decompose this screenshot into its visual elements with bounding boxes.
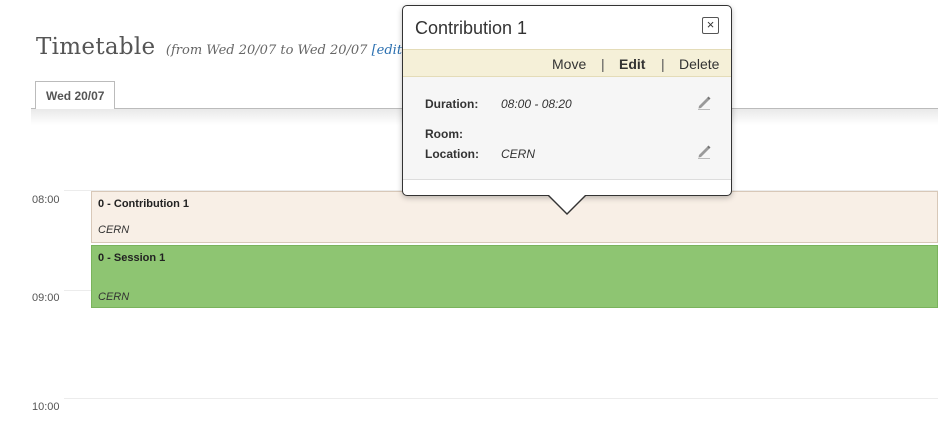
location-value: CERN [501, 147, 536, 161]
hour-label-08: 08:00 [32, 194, 60, 206]
date-range: (from Wed 20/07 to Wed 20/07 [edit] [166, 43, 407, 58]
popup-details: Duration: 08:00 - 08:20 Room: Location: … [403, 77, 731, 180]
duration-value: 08:00 - 08:20 [501, 97, 572, 111]
action-separator: | [601, 56, 605, 72]
contribution-popup: Contribution 1 × Move | Edit | Delete Du… [402, 5, 732, 196]
popup-action-bar: Move | Edit | Delete [403, 49, 731, 77]
location-label: Location: [425, 147, 479, 161]
duration-label: Duration: [425, 97, 479, 111]
contribution-title: 0 - Contribution 1 [98, 198, 190, 210]
session-title: 0 - Session 1 [98, 252, 166, 264]
hour-label-10: 10:00 [32, 401, 60, 413]
date-range-text: (from Wed 20/07 to Wed 20/07 [165, 43, 368, 58]
page-title: Timetable [36, 34, 156, 60]
timetable-header: Timetable (from Wed 20/07 to Wed 20/07 [… [36, 34, 407, 60]
popup-title: Contribution 1 [415, 18, 528, 38]
action-separator: | [661, 56, 665, 72]
tab-wed-20-07[interactable]: Wed 20/07 [35, 81, 116, 109]
hour-line-10 [64, 398, 938, 399]
delete-button[interactable]: Delete [679, 56, 719, 72]
hour-label-09: 09:00 [32, 292, 60, 304]
contribution-location: CERN [98, 224, 130, 236]
room-label: Room: [425, 127, 463, 141]
session-block[interactable]: 0 - Session 1 CERN [91, 245, 938, 308]
pencil-icon[interactable] [696, 94, 712, 110]
contribution-block[interactable]: 0 - Contribution 1 CERN [91, 191, 938, 243]
popup-pointer-fill [549, 195, 585, 213]
session-location: CERN [98, 291, 130, 303]
move-button[interactable]: Move [552, 56, 586, 72]
pencil-icon[interactable] [696, 143, 712, 159]
close-icon[interactable]: × [702, 17, 719, 34]
edit-button[interactable]: Edit [619, 56, 645, 72]
